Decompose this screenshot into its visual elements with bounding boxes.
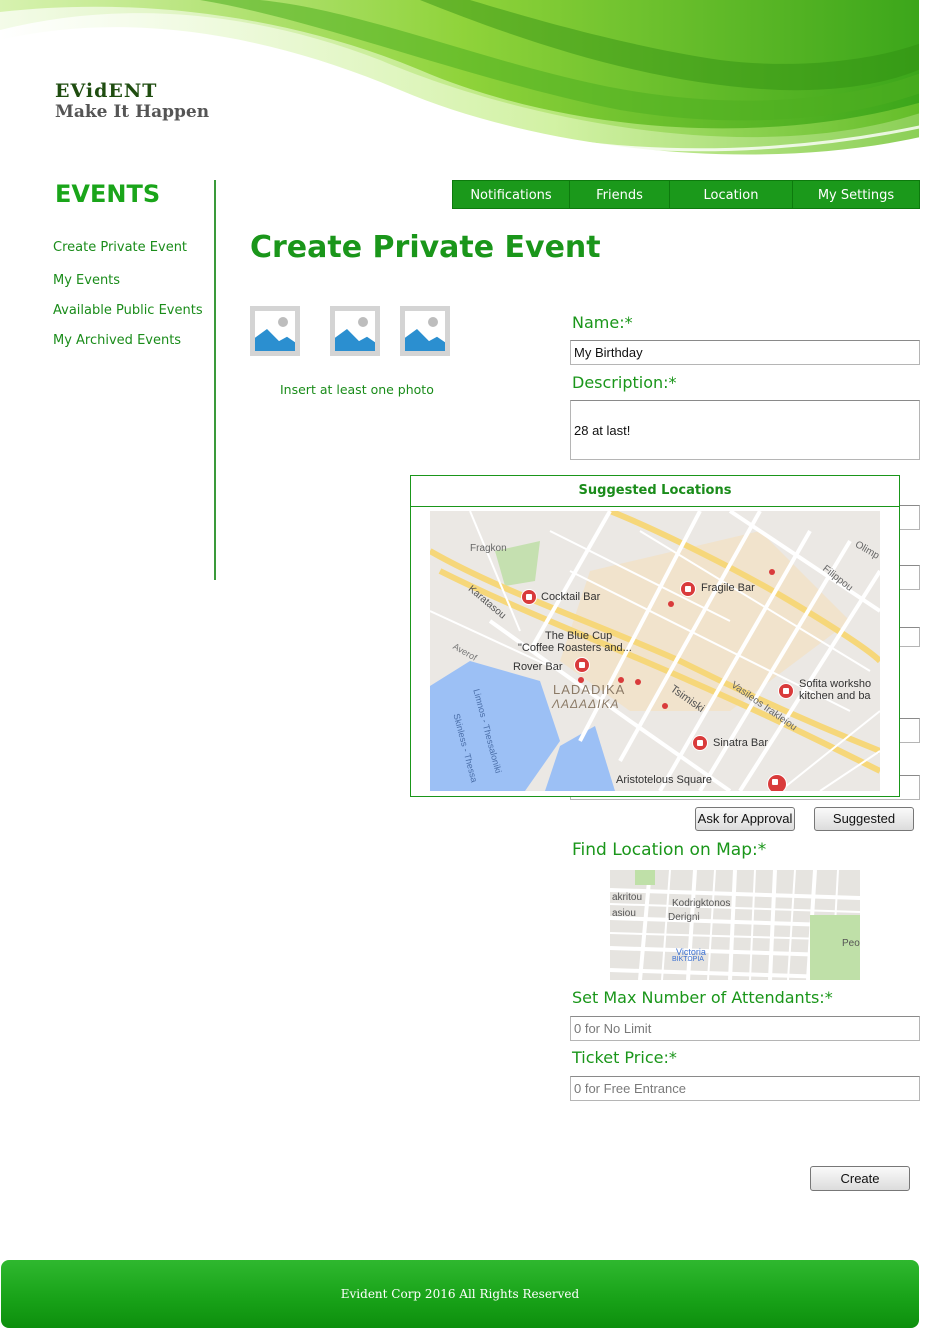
map-label-ladadika: LADADIKA	[553, 682, 626, 697]
sidebar-divider	[214, 180, 216, 580]
sidebar-item-create-private-event[interactable]: Create Private Event	[53, 240, 187, 255]
map-label-fragkon: Fragkon	[470, 543, 507, 554]
brand-title: EVidENT	[55, 80, 158, 102]
map-label-sofita-1: Sofita worksho	[799, 678, 872, 690]
image-placeholder-icon	[255, 311, 295, 351]
photo-caption: Insert at least one photo	[280, 382, 434, 397]
minimap-label-derigni: Derigni	[668, 912, 700, 923]
map-label-aristotelous: Aristotelous Square	[616, 774, 712, 786]
sidebar-item-my-archived-events[interactable]: My Archived Events	[53, 333, 181, 348]
map-dot	[769, 569, 775, 575]
map-label-rover-bar: Rover Bar	[513, 661, 563, 673]
ask-for-approval-button[interactable]: Ask for Approval	[695, 807, 795, 831]
max-attendants-field[interactable]: 0 for No Limit	[570, 1016, 920, 1041]
name-field[interactable]: My Birthday	[570, 340, 920, 365]
map-label-sinatra-bar: Sinatra Bar	[713, 737, 769, 749]
footer: Evident Corp 2016 All Rights Reserved	[1, 1260, 919, 1328]
map-label-fragile-bar: Fragile Bar	[701, 582, 755, 594]
rover-bar-pin-icon[interactable]	[574, 657, 590, 673]
description-field[interactable]: 28 at last!	[570, 400, 920, 460]
description-label: Description:*	[572, 373, 677, 392]
map-dot	[578, 677, 584, 683]
nav-my-settings[interactable]: My Settings	[792, 180, 920, 209]
map-dot	[618, 677, 624, 683]
sofita-pin-icon[interactable]	[778, 683, 794, 699]
photo-slot-1[interactable]	[250, 306, 300, 356]
fragile-bar-pin-icon[interactable]	[680, 581, 696, 597]
nav-friends[interactable]: Friends	[569, 180, 670, 209]
brand-tagline: Make It Happen	[55, 102, 210, 122]
map-label-blue-cup-1: The Blue Cup	[545, 630, 613, 642]
sinatra-bar-pin-icon[interactable]	[692, 735, 708, 751]
sidebar-item-my-events[interactable]: My Events	[53, 273, 120, 288]
image-placeholder-icon	[405, 311, 445, 351]
map-dot	[668, 601, 674, 607]
nav-location[interactable]: Location	[669, 180, 793, 209]
map-dot	[635, 679, 641, 685]
create-button[interactable]: Create	[810, 1166, 910, 1191]
selected-location-pin-icon[interactable]	[767, 774, 787, 791]
find-location-label: Find Location on Map:*	[572, 840, 767, 860]
ticket-price-field[interactable]: 0 for Free Entrance	[570, 1076, 920, 1101]
map-label-ladadika-gr: ΛΑΔΑΔΙΚΑ	[552, 697, 620, 711]
map-label-blue-cup-2: "Coffee Roasters and...	[518, 642, 632, 654]
page-title: Create Private Event	[250, 230, 601, 265]
minimap-label-victoria-gr: ΒΙΚΤΩΡΙΑ	[672, 956, 704, 963]
suggested-locations-popup: Suggested Locations Fragkon Cocktail Bar…	[410, 475, 900, 797]
location-map[interactable]: akritou Kodrigktonos asiou Derigni Victo…	[610, 870, 860, 980]
minimap-label-akritou: akritou	[612, 892, 643, 903]
map-label-sofita-2: kitchen and ba	[799, 690, 871, 702]
sidebar-title: EVENTS	[55, 180, 161, 208]
popup-title: Suggested Locations	[411, 476, 899, 507]
minimap-label-kodrigktonos: Kodrigktonos	[672, 898, 731, 909]
suggested-button[interactable]: Suggested	[814, 807, 914, 831]
image-placeholder-icon	[335, 311, 375, 351]
map-dot	[662, 703, 668, 709]
header-banner: EVidENT Make It Happen	[0, 0, 929, 175]
minimap-label-asiou: asiou	[612, 908, 636, 919]
footer-text: Evident Corp 2016 All Rights Reserved	[340, 1287, 580, 1301]
sidebar-item-available-public-events[interactable]: Available Public Events	[53, 303, 203, 318]
suggested-locations-map[interactable]: Fragkon Cocktail Bar Fragile Bar Filippo…	[430, 511, 880, 791]
photo-slot-2[interactable]	[330, 306, 380, 356]
photo-slot-3[interactable]	[400, 306, 450, 356]
nav-notifications[interactable]: Notifications	[452, 180, 570, 209]
max-attendants-label: Set Max Number of Attendants:*	[572, 988, 833, 1007]
minimap-label-peo: Peo	[842, 938, 860, 949]
minimap-streets	[610, 870, 860, 980]
map-label-cocktail-bar: Cocktail Bar	[541, 591, 601, 603]
cocktail-bar-pin-icon[interactable]	[521, 589, 537, 605]
ticket-price-label: Ticket Price:*	[572, 1048, 677, 1067]
name-label: Name:*	[572, 313, 633, 332]
